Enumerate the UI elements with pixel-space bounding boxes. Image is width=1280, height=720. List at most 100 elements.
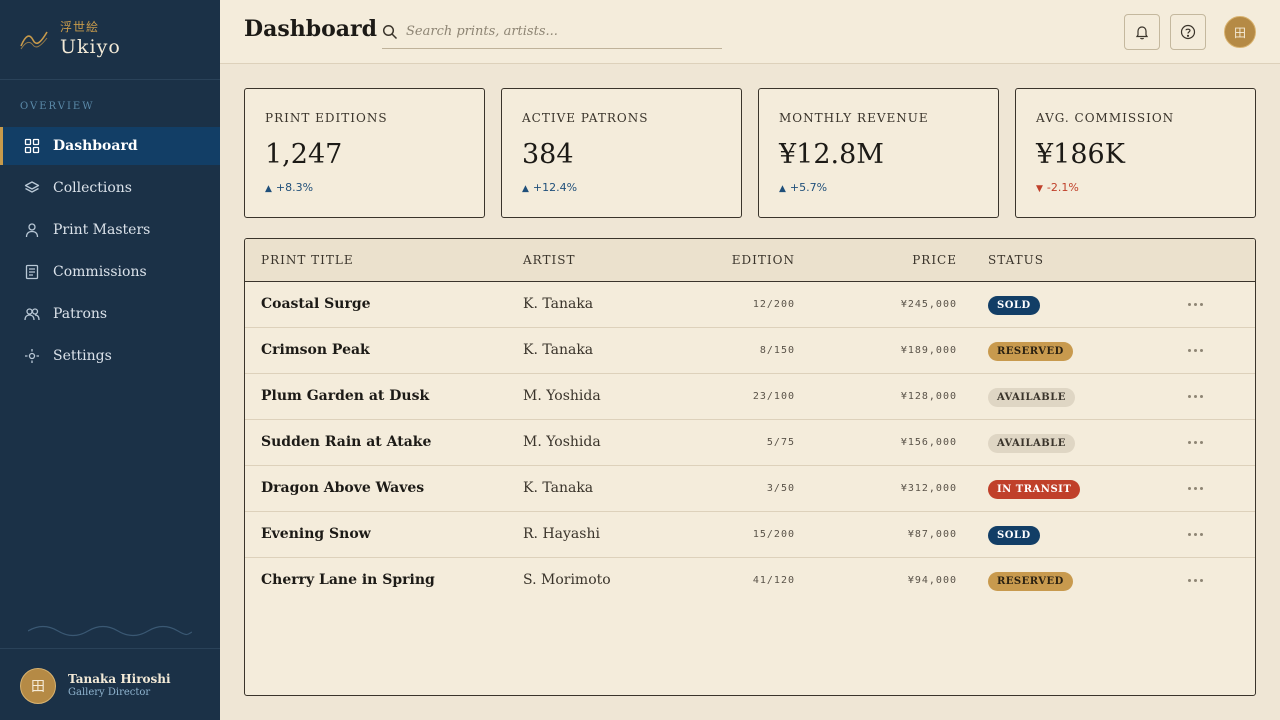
edition: 3/50 [766,483,795,494]
artist-name: M. Yoshida [523,388,601,404]
table-row[interactable]: Coastal Surge K. Tanaka 12/200 ¥245,000 … [245,282,1255,328]
stat-label: AVG. COMMISSION [1036,111,1175,125]
stat-label: PRINT EDITIONS [265,111,388,125]
column-header-title[interactable]: PRINT TITLE [261,253,354,267]
sidebar: 浮世絵 Ukiyo OVERVIEW Dashboard Collections… [0,0,220,720]
user-name: Tanaka Hiroshi [68,672,171,686]
edition: 8/150 [759,345,795,356]
status-badge: SOLD [988,296,1040,315]
edition: 5/75 [766,437,795,448]
people-icon [24,306,40,322]
column-header-price[interactable]: PRICE [912,253,957,267]
table-row[interactable]: Plum Garden at Dusk M. Yoshida 23/100 ¥1… [245,374,1255,420]
stat-trend-value: +8.3% [275,181,314,194]
brand-name: Ukiyo [60,36,121,58]
sidebar-item-settings[interactable]: Settings [0,337,220,375]
stat-trend: ▲ +8.3% [265,181,313,194]
stat-trend: ▼ -2.1% [1036,181,1079,194]
table-row[interactable]: Cherry Lane in Spring S. Morimoto 41/120… [245,558,1255,604]
brand[interactable]: 浮世絵 Ukiyo [0,0,220,80]
artist-name: M. Yoshida [523,434,601,450]
stat-value: ¥12.8M [779,139,884,170]
search-input[interactable] [406,20,716,42]
stat-card: ACTIVE PATRONS 384 ▲ +12.4% [501,88,742,218]
avatar[interactable]: 田 [1224,16,1256,48]
column-header-status[interactable]: STATUS [988,253,1044,267]
top-header: Dashboard 田 [220,0,1280,64]
grid-icon [24,138,40,154]
help-icon [1180,24,1196,40]
document-icon [24,264,40,280]
price: ¥189,000 [900,345,957,356]
stat-trend-value: +12.4% [532,181,578,194]
stat-value: ¥186K [1036,139,1125,170]
column-header-artist[interactable]: ARTIST [523,253,575,267]
help-button[interactable] [1170,14,1206,50]
stat-card: MONTHLY REVENUE ¥12.8M ▲ +5.7% [758,88,999,218]
sidebar-item-label: Print Masters [53,222,151,238]
table-row[interactable]: Dragon Above Waves K. Tanaka 3/50 ¥312,0… [245,466,1255,512]
brand-kanji: 浮世絵 [60,20,100,34]
trend-up-icon: ▲ [779,184,786,194]
edition: 41/120 [752,575,795,586]
more-options-icon[interactable] [1185,340,1205,360]
artist-name: R. Hayashi [523,526,600,542]
notifications-button[interactable] [1124,14,1160,50]
sidebar-item-dashboard[interactable]: Dashboard [0,127,220,165]
column-header-edition[interactable]: EDITION [732,253,795,267]
edition: 12/200 [752,299,795,310]
sidebar-item-collections[interactable]: Collections [0,169,220,207]
price: ¥94,000 [907,575,957,586]
status-badge: AVAILABLE [988,434,1075,453]
stat-trend-value: +5.7% [789,181,828,194]
stat-label: MONTHLY REVENUE [779,111,929,125]
more-options-icon[interactable] [1185,524,1205,544]
status-badge: RESERVED [988,342,1073,361]
sidebar-nav: Dashboard Collections Print Masters Comm… [0,127,220,379]
more-options-icon[interactable] [1185,478,1205,498]
settings-icon [24,348,40,364]
price: ¥87,000 [907,529,957,540]
wave-logo-icon [20,31,48,50]
edition: 15/200 [752,529,795,540]
stat-trend: ▲ +12.4% [522,181,577,194]
bell-icon [1135,26,1149,40]
status-badge: SOLD [988,526,1040,545]
stat-value: 1,247 [265,139,343,170]
print-title: Crimson Peak [261,342,370,358]
trend-up-icon: ▲ [265,184,272,194]
stat-card: AVG. COMMISSION ¥186K ▼ -2.1% [1015,88,1256,218]
edition: 23/100 [752,391,795,402]
sidebar-item-patrons[interactable]: Patrons [0,295,220,333]
table-row[interactable]: Crimson Peak K. Tanaka 8/150 ¥189,000 RE… [245,328,1255,374]
sidebar-item-label: Dashboard [53,138,138,154]
more-options-icon[interactable] [1185,386,1205,406]
print-title: Dragon Above Waves [261,480,425,496]
artist-name: K. Tanaka [523,342,594,358]
status-badge: AVAILABLE [988,388,1075,407]
sidebar-item-label: Commissions [53,264,147,280]
print-title: Coastal Surge [261,296,371,312]
stat-value: 384 [522,139,574,170]
search-bar [382,14,722,49]
artist-name: K. Tanaka [523,296,594,312]
price: ¥128,000 [900,391,957,402]
person-icon [24,222,40,238]
user-profile[interactable]: 田 Tanaka Hiroshi Gallery Director [0,648,220,720]
table-row[interactable]: Evening Snow R. Hayashi 15/200 ¥87,000 S… [245,512,1255,558]
artist-name: K. Tanaka [523,480,594,496]
more-options-icon[interactable] [1185,294,1205,314]
prints-table: PRINT TITLE ARTIST EDITION PRICE STATUS … [244,238,1256,696]
stat-trend: ▲ +5.7% [779,181,827,194]
trend-down-icon: ▼ [1036,184,1043,194]
nav-section-label: OVERVIEW [20,101,95,112]
sidebar-item-label: Settings [53,348,112,364]
stat-trend-value: -2.1% [1046,181,1079,194]
layers-icon [24,180,40,196]
sidebar-item-commissions[interactable]: Commissions [0,253,220,291]
more-options-icon[interactable] [1185,432,1205,452]
more-options-icon[interactable] [1185,570,1205,590]
sidebar-item-print-masters[interactable]: Print Masters [0,211,220,249]
table-row[interactable]: Sudden Rain at Atake M. Yoshida 5/75 ¥15… [245,420,1255,466]
status-badge: IN TRANSIT [988,480,1081,499]
